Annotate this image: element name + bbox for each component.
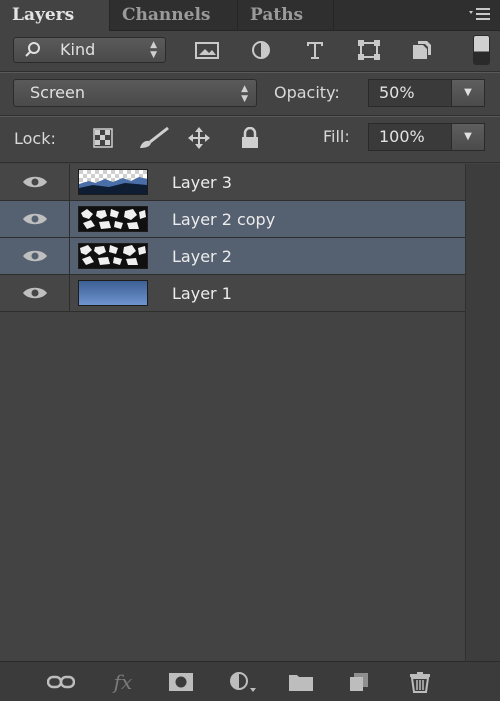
visibility-toggle[interactable] [0, 238, 70, 274]
layer-row[interactable]: Layer 3 [0, 164, 465, 201]
divider [0, 116, 500, 117]
divider [0, 162, 500, 163]
eye-icon [22, 287, 47, 299]
lock-position-icon[interactable] [186, 125, 212, 151]
layer-row[interactable]: Layer 2 [0, 238, 465, 275]
chevron-updown-icon: ▲ ▼ [150, 40, 157, 60]
visibility-toggle[interactable] [0, 164, 70, 200]
opacity-dropdown-button[interactable]: ▼ [451, 79, 485, 107]
eye-icon [22, 213, 47, 225]
eye-icon [22, 250, 47, 262]
fill-input[interactable]: 100% [368, 123, 452, 151]
visibility-toggle[interactable] [0, 201, 70, 237]
group-folder-icon[interactable] [286, 670, 316, 694]
layer-name[interactable]: Layer 1 [172, 275, 232, 312]
lock-label: Lock: [14, 129, 56, 148]
lock-transparent-pixels-icon[interactable] [90, 125, 116, 151]
layer-name[interactable]: Layer 3 [172, 164, 232, 201]
layer-row[interactable]: Layer 1 [0, 275, 465, 312]
fx-icon[interactable]: fx [108, 670, 138, 694]
chevron-updown-icon: ▲ ▼ [241, 84, 248, 104]
filter-toggle-switch[interactable] [473, 35, 490, 65]
eye-icon [22, 176, 47, 188]
fill-label: Fill: [323, 127, 350, 146]
adjustment-filter-icon[interactable] [246, 37, 276, 63]
opacity-label: Opacity: [274, 83, 340, 102]
blend-mode-select[interactable]: Screen ▲ ▼ [13, 79, 257, 107]
trash-icon[interactable] [405, 670, 435, 694]
layer-thumbnail [78, 169, 148, 195]
lock-all-icon[interactable] [237, 125, 263, 151]
lock-image-pixels-icon[interactable] [138, 125, 172, 151]
visibility-toggle[interactable] [0, 275, 70, 311]
panel-tab-bar: Layers Channels Paths [0, 0, 500, 31]
panel-menu-icon[interactable] [468, 6, 492, 26]
layers-list: Layer 3 Layer 2 copy Layer 2 Layer 1 [0, 164, 465, 312]
blend-mode-value: Screen [30, 83, 86, 102]
smart-object-filter-icon[interactable] [406, 37, 436, 63]
filter-kind-label: Kind [60, 40, 96, 59]
layers-scrollbar[interactable] [465, 164, 500, 661]
divider [0, 72, 500, 73]
layer-thumbnail [78, 206, 148, 232]
new-layer-icon[interactable] [344, 670, 374, 694]
chevron-down-icon: ▼ [464, 131, 472, 142]
filter-kind-select[interactable]: Kind ▲ ▼ [13, 37, 166, 63]
link-layers-icon[interactable] [46, 670, 76, 694]
image-filter-icon[interactable] [192, 37, 222, 63]
layer-name[interactable]: Layer 2 [172, 238, 232, 275]
chevron-down-icon: ▼ [464, 87, 472, 98]
type-filter-icon[interactable] [300, 37, 330, 63]
tab-layers[interactable]: Layers [0, 0, 110, 31]
panel-footer: fx [0, 661, 500, 701]
fill-dropdown-button[interactable]: ▼ [451, 123, 485, 151]
tab-paths[interactable]: Paths [238, 0, 334, 30]
shape-filter-icon[interactable] [354, 37, 384, 63]
layer-thumbnail [78, 243, 148, 269]
adjustment-layer-icon[interactable] [228, 670, 258, 694]
opacity-input[interactable]: 50% [368, 79, 452, 107]
add-mask-icon[interactable] [166, 670, 196, 694]
search-icon [24, 38, 42, 69]
layer-row[interactable]: Layer 2 copy [0, 201, 465, 238]
layer-thumbnail [78, 280, 148, 306]
layer-name[interactable]: Layer 2 copy [172, 201, 275, 238]
tab-channels[interactable]: Channels [110, 0, 238, 30]
